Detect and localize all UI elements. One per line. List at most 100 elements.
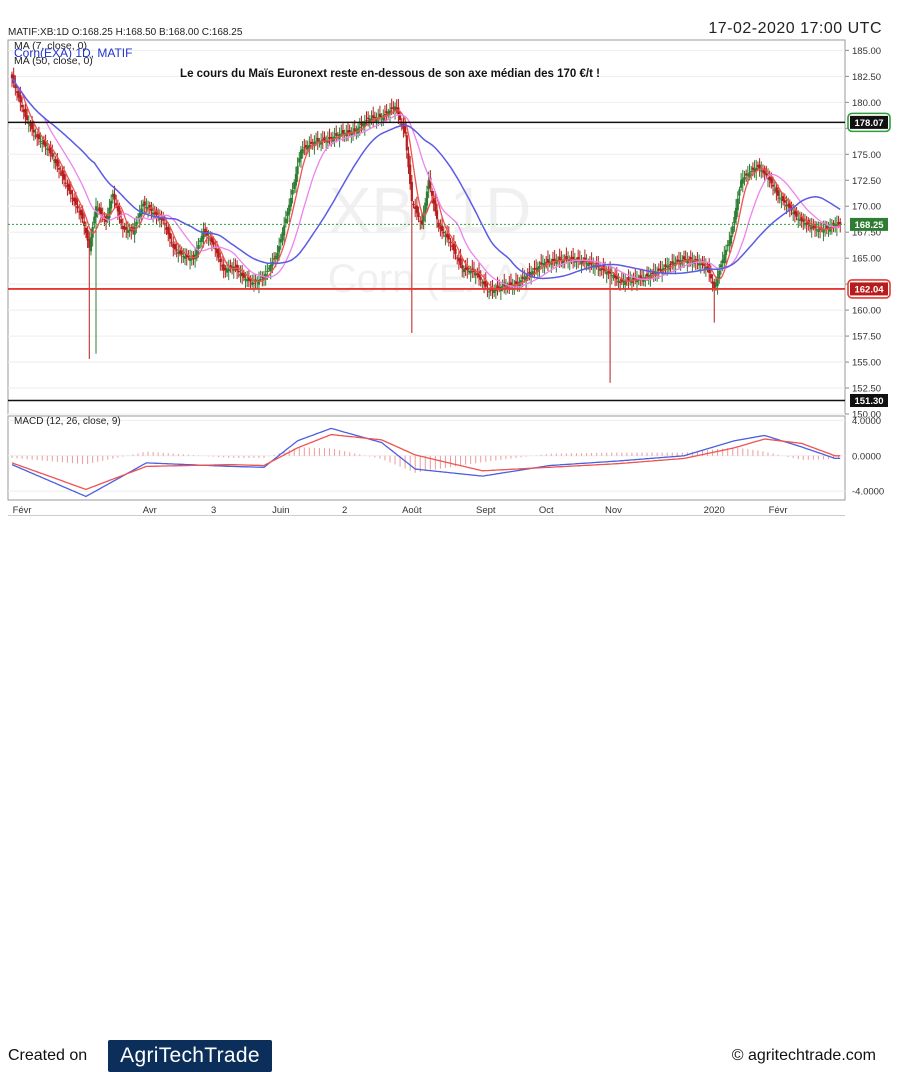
candle-body: [197, 245, 200, 250]
agritechtrade-logo[interactable]: AgriTechTrade: [108, 1040, 272, 1072]
candle-body: [291, 189, 294, 195]
candle-body: [284, 218, 287, 224]
candle-body: [68, 183, 71, 191]
candle-body: [219, 258, 222, 262]
level-badge-label: 151.30: [854, 396, 883, 407]
candle-body: [108, 207, 111, 219]
candle-body: [353, 128, 356, 132]
x-tick-label: Oct: [539, 505, 554, 516]
price-tick-label: 165.00: [852, 254, 881, 265]
price-tick-label: 170.00: [852, 202, 881, 213]
candle-body: [771, 184, 775, 187]
candle-body: [145, 206, 148, 209]
candle-body: [778, 197, 781, 199]
candle-body: [797, 218, 800, 220]
candle-body: [57, 168, 61, 170]
candle-body: [133, 226, 136, 235]
candle-body: [31, 122, 34, 130]
candle-body: [110, 200, 113, 209]
candle-body: [509, 282, 513, 285]
candle-body: [301, 149, 304, 154]
price-tick-label: 155.00: [852, 358, 881, 369]
candle-body: [459, 257, 462, 265]
macd-tick-label: 0.0000: [852, 451, 881, 462]
candle-body: [624, 281, 627, 286]
macd-line: [11, 427, 841, 498]
candle-body: [365, 120, 368, 122]
candle-body: [627, 277, 630, 281]
x-tick-label: 2: [342, 505, 347, 516]
candle-body: [62, 173, 66, 180]
macd-tick-label: -4.0000: [852, 487, 884, 498]
macd-title: MACD (12, 26, close, 9): [14, 416, 121, 427]
candle-body: [765, 173, 768, 176]
candle-body: [32, 129, 35, 133]
candle-body: [662, 268, 665, 270]
candle-body: [19, 94, 22, 103]
candle-body: [479, 277, 482, 280]
candle-body: [703, 264, 706, 266]
candle-body: [283, 225, 286, 236]
price-tick-label: 157.50: [852, 332, 881, 343]
candle-body: [456, 257, 459, 259]
price-tick-label: 160.00: [852, 306, 881, 317]
candle-body: [340, 133, 343, 135]
candle-body: [173, 244, 177, 250]
candle-body: [750, 170, 753, 172]
price-tick-label: 185.00: [852, 46, 881, 57]
candle-body: [718, 270, 721, 279]
candle-body: [776, 190, 780, 196]
candle-body: [348, 130, 351, 133]
candle-body: [323, 137, 326, 141]
candle-body: [236, 264, 239, 271]
candle-body: [783, 200, 786, 203]
price-tick-label: 172.50: [852, 176, 881, 187]
candle-body: [808, 225, 812, 227]
chart-annotation: Le cours du Maïs Euronext reste en-desso…: [180, 68, 600, 80]
candle-body: [719, 264, 723, 268]
x-tick-label: Nov: [605, 505, 622, 516]
price-tick-label: 180.00: [852, 98, 881, 109]
candle-body: [86, 229, 89, 241]
candle-body: [409, 164, 412, 185]
candle-body: [272, 258, 276, 260]
candle-body: [425, 191, 429, 206]
candle-body: [435, 210, 439, 220]
level-badge-label: 178.07: [854, 118, 883, 129]
price-chart[interactable]: XB, 1DCorn (EXA)185.00182.50180.00177.50…: [0, 0, 900, 516]
candle-body: [237, 270, 240, 273]
candle-body: [743, 177, 746, 180]
candle-body: [113, 193, 116, 200]
x-tick-label: 2020: [704, 505, 725, 516]
candle-body: [449, 241, 452, 244]
candle-body: [99, 208, 103, 215]
candle-body: [817, 230, 820, 232]
candle-body: [217, 249, 220, 258]
candle-body: [417, 212, 420, 217]
macd-tick-label: 4.0000: [852, 416, 881, 427]
candle-body: [724, 249, 728, 255]
candle-body: [519, 280, 523, 282]
candle-body: [358, 126, 361, 129]
candle-body: [227, 268, 230, 272]
candle-body: [20, 105, 24, 108]
candle-body: [404, 125, 407, 134]
x-tick-label: Févr: [769, 505, 788, 516]
candle-body: [74, 197, 77, 205]
candle-body: [51, 153, 54, 157]
candle-body: [93, 216, 96, 224]
candle-body: [760, 170, 763, 172]
candle-body: [314, 141, 318, 143]
candle-body: [565, 256, 568, 260]
created-on-label: Created on: [8, 1047, 88, 1064]
price-tick-label: 182.50: [852, 72, 881, 83]
candle-body: [430, 190, 434, 196]
x-tick-label: Sept: [476, 505, 496, 516]
candle-body: [120, 219, 123, 224]
candle-body: [383, 114, 387, 116]
candle-body: [501, 286, 504, 288]
candle-body: [294, 174, 298, 186]
candle-body: [76, 206, 79, 209]
candle-body: [545, 262, 548, 264]
candle-body: [212, 241, 215, 245]
